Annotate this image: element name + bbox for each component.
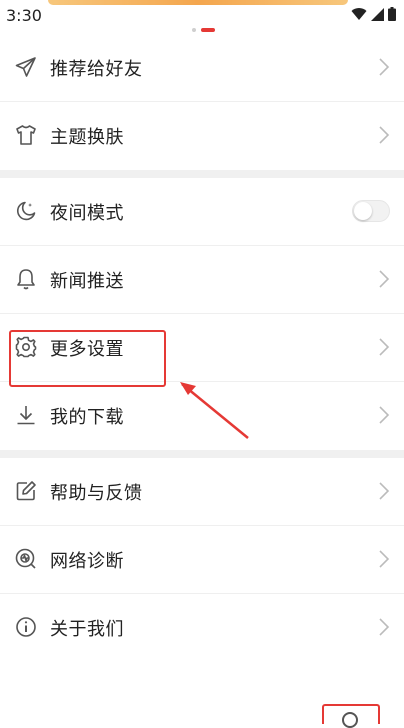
menu-item-label: 新闻推送 [50, 270, 124, 292]
menu-item-label: 网络诊断 [50, 550, 124, 572]
menu-item-label: 主题换肤 [50, 127, 124, 148]
top-banner [48, 0, 348, 5]
menu-item-more-settings[interactable]: 更多设置 [0, 314, 404, 382]
send-icon [14, 55, 38, 79]
menu-item-recommend[interactable]: 推荐给好友 [0, 34, 404, 102]
partial-icon [342, 712, 358, 728]
info-icon [14, 615, 38, 639]
menu-item-my-downloads[interactable]: 我的下载 [0, 382, 404, 450]
menu-item-label: 夜间模式 [50, 202, 124, 224]
menu-item-network-diagnosis[interactable]: 网络诊断 [0, 526, 404, 594]
menu-item-night-mode[interactable]: 夜间模式 [0, 178, 404, 246]
settings-menu: 推荐给好友 主题换肤 夜间模式 新闻推送 更多设置 我的下载 帮助与反馈 网络诊… [0, 34, 404, 662]
menu-item-about-us[interactable]: 关于我们 [0, 594, 404, 662]
signal-icon [371, 7, 384, 21]
chevron-right-icon [378, 57, 390, 77]
chevron-right-icon [378, 617, 390, 637]
tshirt-icon [14, 123, 38, 147]
pager-dot [192, 27, 196, 32]
status-time: 3:30 [6, 6, 42, 25]
wifi-icon [351, 7, 367, 21]
chevron-right-icon [378, 481, 390, 501]
battery-icon [388, 7, 396, 21]
menu-item-label: 我的下载 [50, 407, 124, 428]
bell-icon [14, 267, 38, 291]
menu-item-label: 帮助与反馈 [50, 482, 143, 504]
gear-icon [14, 335, 38, 359]
moon-icon [14, 199, 38, 223]
menu-item-news-push[interactable]: 新闻推送 [0, 246, 404, 314]
group-separator [0, 170, 404, 178]
status-bar: 3:30 [0, 0, 404, 32]
menu-item-theme[interactable]: 主题换肤 [0, 102, 404, 170]
chevron-right-icon [378, 269, 390, 289]
menu-item-help-feedback[interactable]: 帮助与反馈 [0, 458, 404, 526]
chevron-right-icon [378, 549, 390, 569]
toggle-knob [354, 202, 372, 220]
menu-item-label: 关于我们 [50, 619, 124, 640]
group-separator [0, 450, 404, 458]
network-icon [14, 547, 38, 571]
menu-item-label: 推荐给好友 [50, 58, 143, 80]
download-icon [14, 403, 38, 427]
menu-item-label: 更多设置 [50, 338, 124, 360]
pager-dot-active [201, 27, 215, 32]
chevron-right-icon [378, 405, 390, 425]
edit-icon [14, 479, 38, 503]
status-icons [351, 7, 396, 21]
chevron-right-icon [378, 125, 390, 145]
pager-indicator [192, 19, 215, 32]
night-mode-toggle[interactable] [352, 200, 390, 222]
chevron-right-icon [378, 337, 390, 357]
